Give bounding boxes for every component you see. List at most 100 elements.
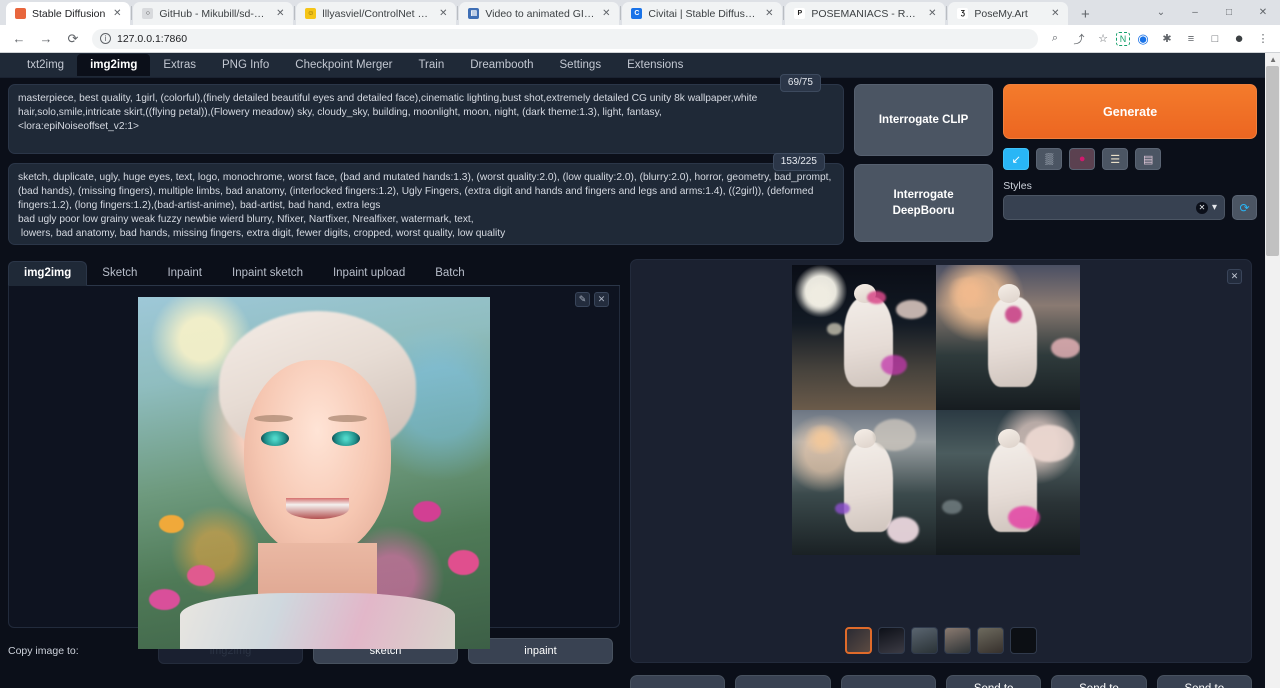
interrogate-clip-button[interactable]: Interrogate CLIP	[854, 84, 993, 156]
browser-tab-1-close-icon[interactable]: ✕	[274, 8, 286, 20]
tab-txt2img[interactable]: txt2img	[14, 55, 77, 75]
close-window-button[interactable]: ✕	[1246, 0, 1280, 25]
clear-prompt-trash-icon[interactable]: ▒	[1036, 148, 1062, 170]
portrait-brow-left	[254, 415, 293, 422]
output-image-1[interactable]	[936, 265, 1080, 410]
reading-list-icon[interactable]: ≡	[1180, 28, 1202, 50]
browser-tab-5[interactable]: P POSEMANIACS - Royalty free 3 ✕	[785, 2, 945, 25]
page-scrollbar[interactable]: ▲	[1265, 53, 1280, 688]
back-icon[interactable]: ←	[6, 27, 32, 51]
browser-tab-4-close-icon[interactable]: ✕	[763, 8, 775, 20]
notion-extension-icon[interactable]: N	[1116, 32, 1130, 46]
site-info-icon[interactable]: i	[100, 33, 111, 44]
tab-png-info[interactable]: PNG Info	[209, 55, 282, 75]
maximize-button[interactable]: □	[1212, 0, 1246, 25]
address-bar[interactable]: i 127.0.0.1:7860	[92, 29, 1038, 49]
forward-icon[interactable]: →	[33, 27, 59, 51]
extensions-puzzle-icon[interactable]: ✱	[1156, 28, 1178, 50]
output-image-3[interactable]	[936, 410, 1080, 555]
extension-blue-icon[interactable]: ◉	[1132, 28, 1154, 50]
browser-tab-4[interactable]: C Civitai | Stable Diffusion models ✕	[622, 2, 782, 25]
subtab-sketch[interactable]: Sketch	[87, 262, 152, 285]
zoom-icon[interactable]: ⌕	[1044, 28, 1066, 50]
remove-image-close-icon[interactable]: ✕	[594, 292, 609, 307]
tab-checkpoint-merger[interactable]: Checkpoint Merger	[282, 55, 405, 75]
source-image-tools: ✎ ✕	[575, 292, 609, 307]
gallery-thumb-1[interactable]	[878, 627, 905, 654]
tab-search-chevron-icon[interactable]: ⌄	[1144, 0, 1178, 25]
gallery-thumb-0[interactable]	[845, 627, 872, 654]
window-controls: ⌄ – □ ✕	[1144, 0, 1280, 25]
browser-tab-2[interactable]: ☺ lllyasviel/ControlNet at main ✕	[296, 2, 456, 25]
chrome-menu-icon[interactable]: ⋮	[1252, 28, 1274, 50]
subtab-img2img[interactable]: img2img	[8, 261, 87, 286]
scrollbar-thumb[interactable]	[1266, 66, 1279, 256]
subtab-inpaint-upload[interactable]: Inpaint upload	[318, 262, 420, 285]
send-to-inpaint-button[interactable]: Send to inpaint	[1051, 675, 1146, 688]
browser-tab-3[interactable]: ▤ Video to animated GIF converter ✕	[459, 2, 619, 25]
minimize-button[interactable]: –	[1178, 0, 1212, 25]
send-to-img2img-button[interactable]: Send to img2img	[946, 675, 1041, 688]
output-figure-head	[998, 429, 1020, 448]
tab-extras[interactable]: Extras	[150, 55, 209, 75]
profile-avatar-icon[interactable]: ●	[1228, 28, 1250, 50]
positive-prompt-input[interactable]: masterpiece, best quality, 1girl, (color…	[8, 84, 844, 154]
save-style-floppy-icon[interactable]: ▤	[1135, 148, 1161, 170]
negative-token-counter: 153/225	[773, 153, 825, 171]
bookmark-star-icon[interactable]: ☆	[1092, 28, 1114, 50]
gallery-thumb-2[interactable]	[911, 627, 938, 654]
open-folder-button[interactable]: 📁	[630, 675, 725, 688]
extra-networks-icon[interactable]: ●	[1069, 148, 1095, 170]
sidepanel-icon[interactable]: □	[1204, 28, 1226, 50]
tab-extensions[interactable]: Extensions	[614, 55, 696, 75]
subtab-inpaint-sketch[interactable]: Inpaint sketch	[217, 262, 318, 285]
tab-img2img[interactable]: img2img	[77, 54, 150, 76]
output-image-0[interactable]	[792, 265, 936, 410]
source-image-area[interactable]: ✎ ✕	[8, 286, 620, 628]
gallery-thumb-4[interactable]	[977, 627, 1004, 654]
output-figure	[844, 442, 893, 532]
scroll-up-icon[interactable]: ▲	[1269, 55, 1277, 64]
interrogate-deepbooru-button[interactable]: Interrogate DeepBooru	[854, 164, 993, 242]
tab-separator	[946, 6, 947, 20]
refresh-styles-icon[interactable]: ⟳	[1232, 195, 1257, 220]
edit-pencil-icon[interactable]: ✎	[575, 292, 590, 307]
share-icon[interactable]: ⤴	[1068, 28, 1090, 50]
subtab-batch[interactable]: Batch	[420, 262, 479, 285]
tab-train[interactable]: Train	[405, 55, 457, 75]
browser-tab-6-close-icon[interactable]: ✕	[1049, 8, 1061, 20]
browser-tab-1[interactable]: ○ GitHub - Mikubill/sd-webui-con ✕	[133, 2, 293, 25]
zip-button[interactable]: Zip	[841, 675, 936, 688]
browser-tab-0[interactable]: Stable Diffusion ✕	[6, 2, 130, 25]
new-tab-button[interactable]: +	[1072, 3, 1098, 25]
gallery-thumb-3[interactable]	[944, 627, 971, 654]
chevron-down-icon[interactable]: ▾	[1212, 202, 1217, 213]
clear-icon[interactable]: ✕	[1196, 202, 1208, 214]
output-image-2[interactable]	[792, 410, 936, 555]
subtab-inpaint[interactable]: Inpaint	[152, 262, 217, 285]
styles-row: ✕ ▾ ⟳	[1003, 195, 1257, 220]
arrow-paste-icon[interactable]: ↙	[1003, 148, 1029, 170]
negative-prompt-input[interactable]: sketch, duplicate, ugly, huge eyes, text…	[8, 163, 844, 245]
save-button[interactable]: Save	[735, 675, 830, 688]
generate-button[interactable]: Generate	[1003, 84, 1257, 139]
apply-style-clipboard-icon[interactable]: ☰	[1102, 148, 1128, 170]
reload-icon[interactable]: ⟳	[60, 27, 86, 51]
browser-tab-3-close-icon[interactable]: ✕	[600, 8, 612, 20]
portrait-mouth	[286, 498, 349, 519]
output-gallery-panel: ✕	[630, 259, 1252, 663]
browser-tab-0-close-icon[interactable]: ✕	[111, 8, 123, 20]
styles-dropdown[interactable]: ✕ ▾	[1003, 195, 1225, 220]
output-image-grid[interactable]	[792, 265, 1080, 555]
tab-settings[interactable]: Settings	[547, 55, 615, 75]
tab-dreambooth[interactable]: Dreambooth	[457, 55, 546, 75]
browser-tab-6[interactable]: Ʒ PoseMy.Art ✕	[948, 2, 1068, 25]
gallery-thumb-5[interactable]	[1010, 627, 1037, 654]
browser-tab-2-close-icon[interactable]: ✕	[437, 8, 449, 20]
send-to-extras-button[interactable]: Send to extras	[1157, 675, 1252, 688]
source-image[interactable]	[138, 297, 490, 649]
generate-section: Generate ↙ ▒ ● ☰ ▤ Styles ✕ ▾	[1003, 84, 1257, 220]
close-gallery-icon[interactable]: ✕	[1227, 269, 1242, 284]
posemaniacs-icon: P	[794, 8, 805, 19]
browser-tab-5-close-icon[interactable]: ✕	[926, 8, 938, 20]
